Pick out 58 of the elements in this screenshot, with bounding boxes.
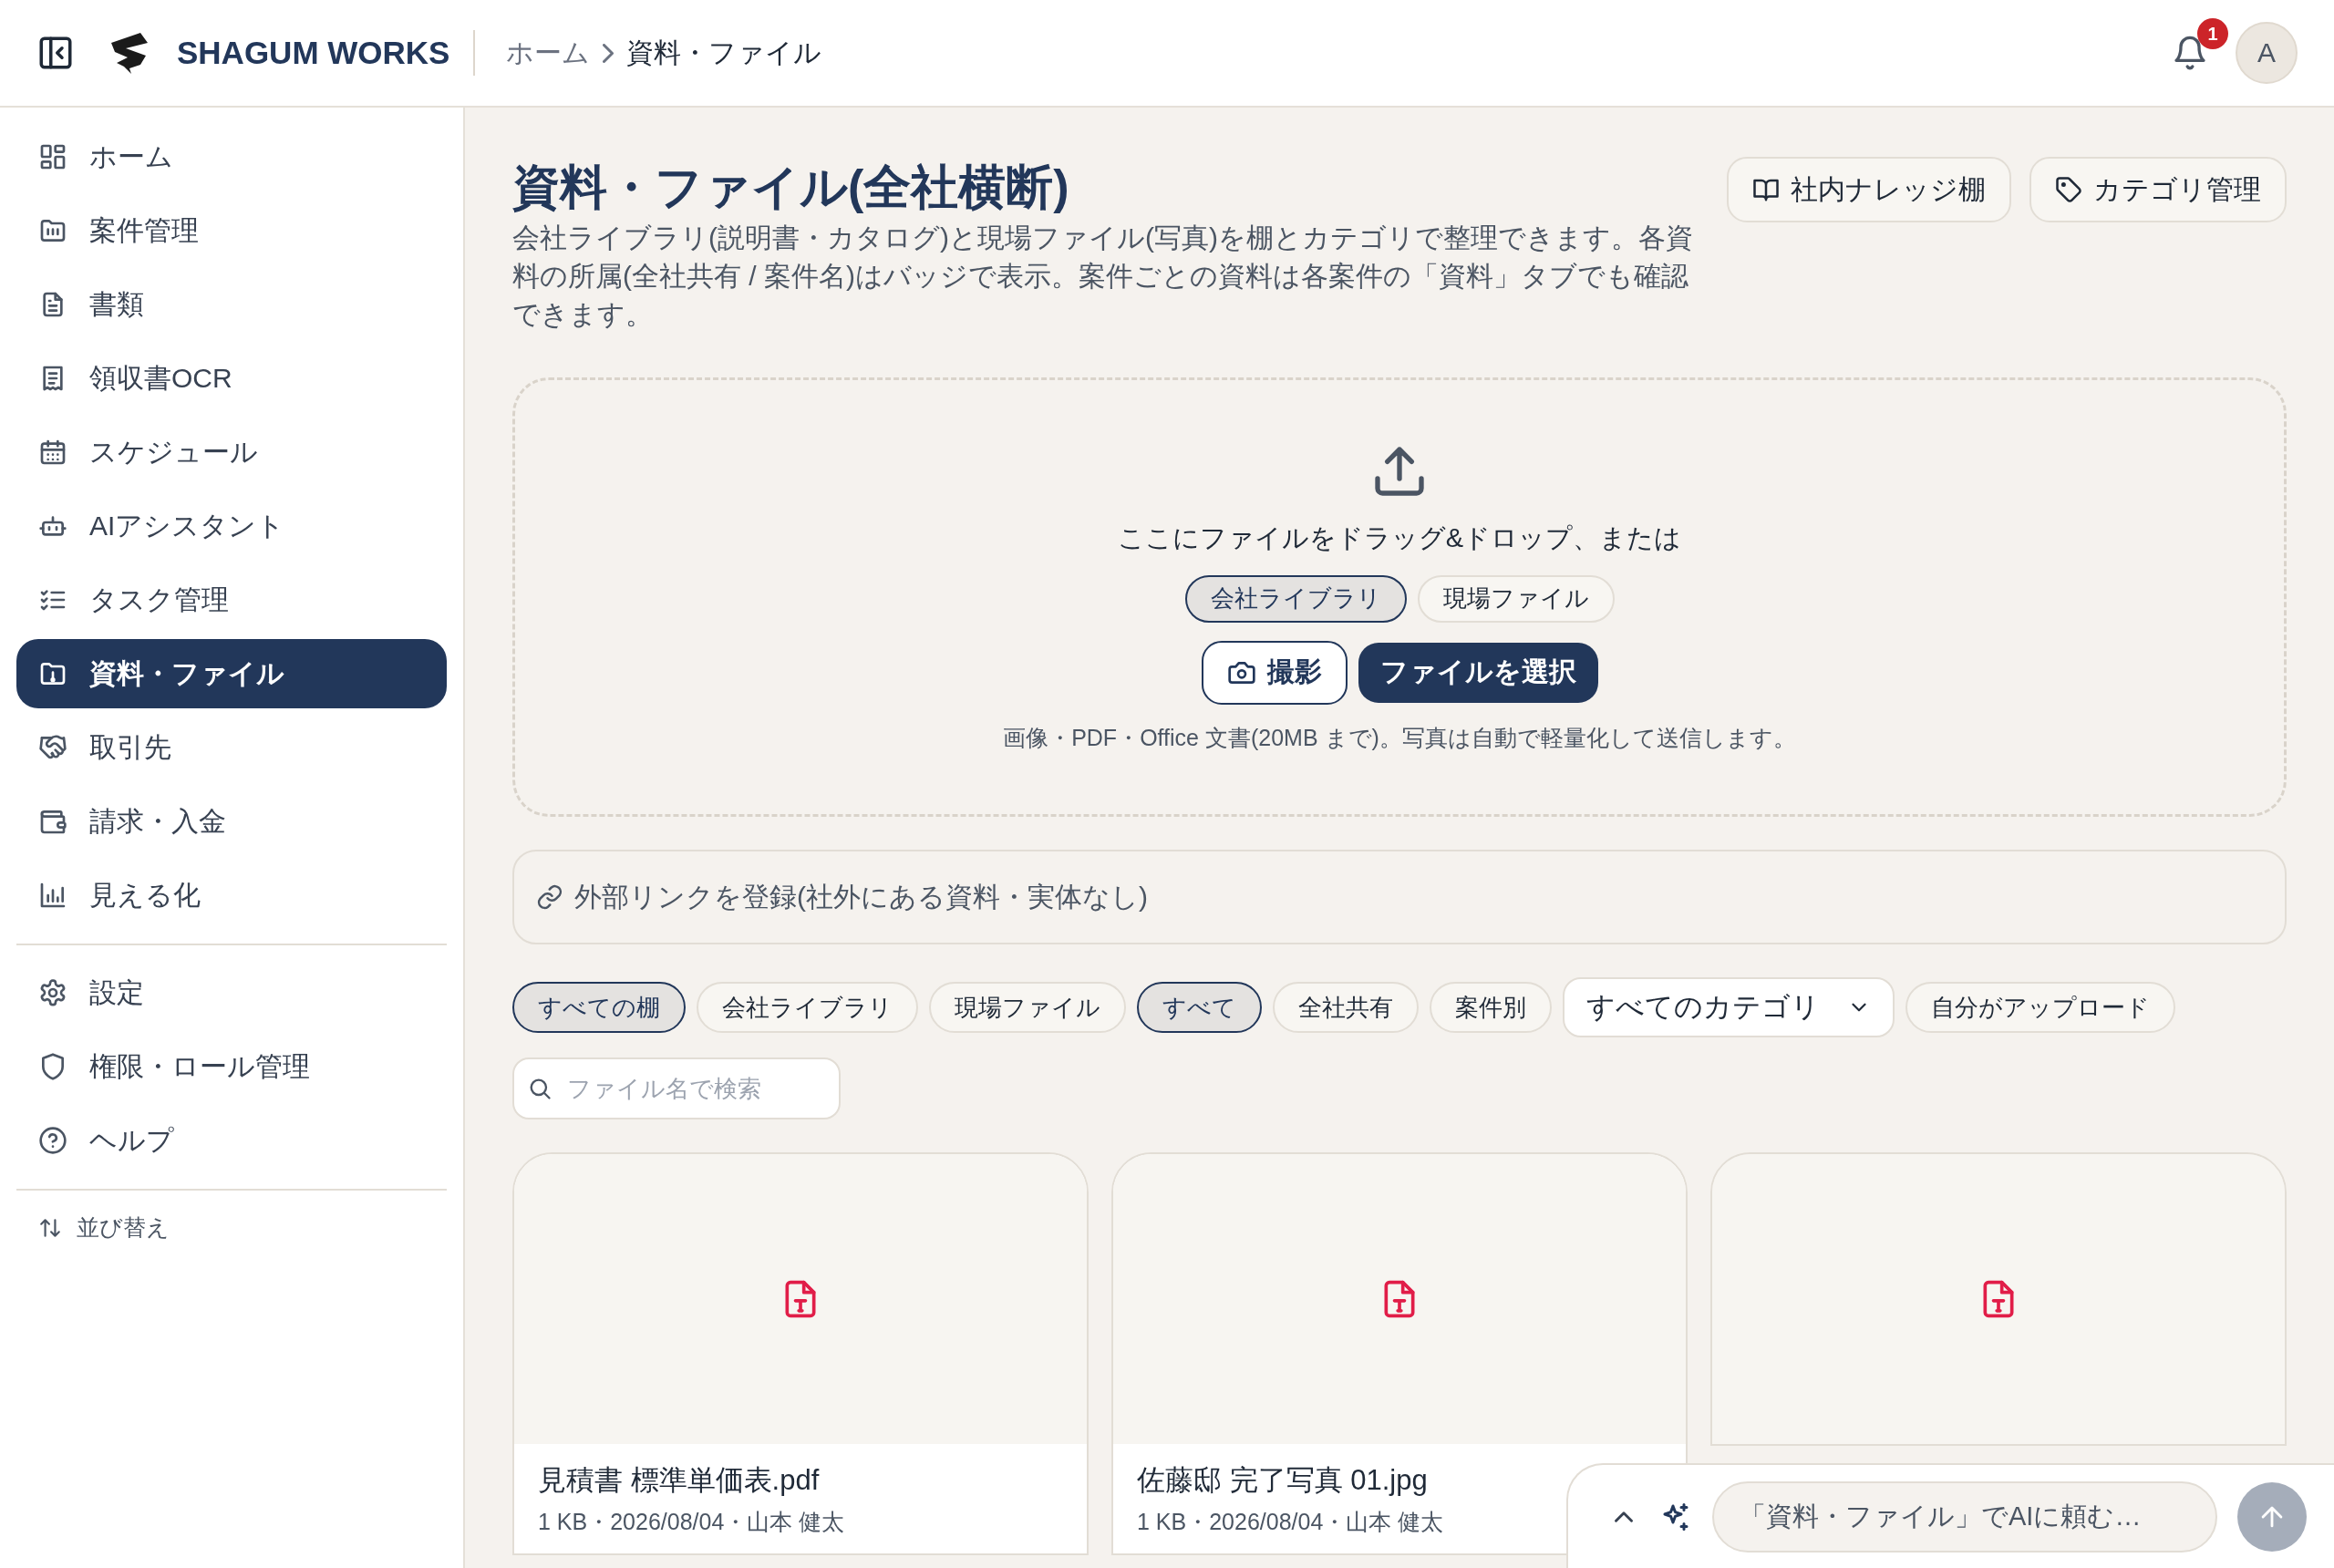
select-file-button[interactable]: ファイルを選択 bbox=[1358, 642, 1598, 703]
shelf-toggle[interactable]: 会社ライブラリ bbox=[1184, 574, 1407, 623]
file-card[interactable]: 見積書 標準単価表.pdf 1 KB・2026/08/04・山本 健太 bbox=[512, 1152, 1089, 1556]
bar-chart-icon bbox=[38, 881, 67, 910]
file-meta: 1 KB・2026/08/04・山本 健太 bbox=[1137, 1508, 1444, 1537]
external-link-button[interactable]: 外部リンクを登録(社外にある資料・実体なし) bbox=[512, 850, 2287, 945]
nav-item[interactable]: 権限・ロール管理 bbox=[16, 1032, 447, 1101]
search-field[interactable]: ファイル名で検索 bbox=[512, 1057, 841, 1120]
knowledge-shelf-button[interactable]: 社内ナレッジ棚 bbox=[1727, 157, 2011, 222]
nav-item[interactable]: 案件管理 bbox=[16, 196, 447, 265]
sort-button[interactable]: 並び替え bbox=[16, 1203, 447, 1252]
user-avatar[interactable]: A bbox=[2236, 22, 2298, 84]
nav-item[interactable]: 請求・入金 bbox=[16, 787, 447, 856]
notification-button[interactable] bbox=[2172, 35, 2208, 71]
shelf-toggle[interactable]: 現場ファイル bbox=[1417, 574, 1615, 623]
chevron-right-icon bbox=[603, 43, 614, 63]
breadcrumb-link[interactable]: ホーム bbox=[506, 34, 591, 72]
link-icon bbox=[536, 883, 563, 912]
calendar-icon bbox=[38, 438, 67, 467]
brand-name: SHAGUM WORKS bbox=[177, 35, 450, 71]
bell-icon bbox=[2172, 35, 2208, 71]
upload-dropzone[interactable]: ここにファイルをドラッグ&ドロップ、または 会社ライブラリ 現場ファイル 撮影 ファイルを選択 画像・PDF・Office 文書(20MB まで)。写真は自動で軽量化して送信します。 bbox=[512, 377, 2287, 818]
nav-item[interactable]: ホーム bbox=[16, 122, 447, 191]
file-name: 佐藤邸 完了写真 01.jpg bbox=[1137, 1463, 1428, 1499]
nav-item[interactable]: 取引先 bbox=[16, 713, 447, 782]
scope-filter-chip[interactable]: 案件別 bbox=[1430, 982, 1552, 1034]
notification-badge: 1 bbox=[2197, 18, 2228, 49]
page-description: 会社ライブラリ(説明書・カタログ)と現場ファイル(写真)を棚とカテゴリで整理できます。各資料の所属(全社共有 / 案件名)はバッジで表示。案件ごとの資料は各案件の「資料」タブでも確認できます。 bbox=[512, 222, 1694, 332]
camera-button[interactable]: 撮影 bbox=[1201, 640, 1348, 705]
nav-item[interactable]: スケジュール bbox=[16, 418, 447, 487]
nav-item[interactable]: 領収書OCR bbox=[16, 344, 447, 413]
file-card[interactable]: 佐藤邸 完了写真 01.jpg 1 KB・2026/08/04・山本 健太 bbox=[1111, 1152, 1688, 1556]
my-uploads-chip[interactable]: 自分がアップロード bbox=[1905, 982, 2175, 1034]
breadcrumb-current: 資料・ファイル bbox=[626, 36, 822, 69]
file-meta: 1 KB・2026/08/04・山本 健太 bbox=[538, 1508, 845, 1537]
help-icon bbox=[38, 1126, 67, 1155]
shelf-filter-chip[interactable]: すべての棚 bbox=[512, 982, 686, 1034]
nav-item[interactable]: タスク管理 bbox=[16, 565, 447, 634]
nav-item[interactable]: 資料・ファイル bbox=[16, 639, 447, 708]
scope-filter-chip[interactable]: 全社共有 bbox=[1273, 982, 1419, 1034]
category-manage-button[interactable]: カテゴリ管理 bbox=[2029, 157, 2287, 222]
upload-note: 画像・PDF・Office 文書(20MB まで)。写真は自動で軽量化して送信します。 bbox=[1003, 723, 1796, 752]
shelf-filter-chip[interactable]: 現場ファイル bbox=[929, 982, 1126, 1034]
settings-icon bbox=[38, 978, 67, 1007]
category-dropdown[interactable]: すべてのカテゴリ bbox=[1563, 977, 1895, 1038]
nav-item[interactable]: 設定 bbox=[16, 958, 447, 1027]
nav-item[interactable]: 書類 bbox=[16, 270, 447, 339]
ai-prompt-field[interactable]: 「資料・ファイル」でAIに頼む… bbox=[1712, 1480, 2217, 1553]
nav-item[interactable]: AIアシスタント bbox=[16, 491, 447, 561]
tag-icon bbox=[2055, 176, 2082, 203]
file-name: 見積書 標準単価表.pdf bbox=[538, 1463, 820, 1499]
scope-filter-chip[interactable]: すべて bbox=[1137, 982, 1262, 1034]
grid-icon bbox=[38, 142, 67, 171]
shelf-filter-chip[interactable]: 会社ライブラリ bbox=[697, 982, 918, 1034]
upload-prompt: ここにファイルをドラッグ&ドロップ、または bbox=[1117, 521, 1682, 554]
nav-item[interactable]: ヘルプ bbox=[16, 1106, 447, 1175]
page-title: 資料・ファイル(全社横断) bbox=[512, 160, 1070, 215]
nav-item[interactable]: 見える化 bbox=[16, 861, 447, 930]
